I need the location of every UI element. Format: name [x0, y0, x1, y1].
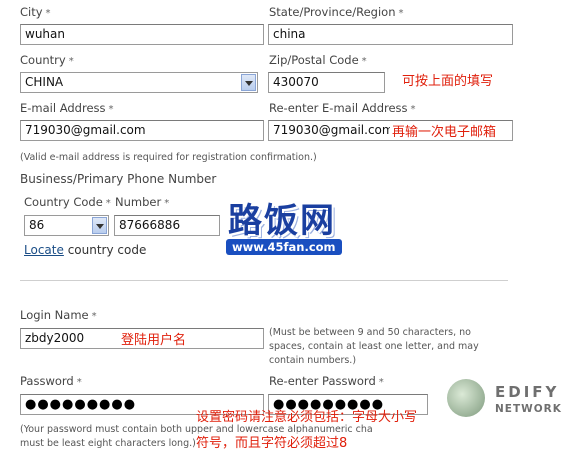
phone-section-heading: Business/Primary Phone Number — [20, 172, 217, 186]
country-label: Country * — [20, 53, 74, 67]
edify-globe-icon — [447, 379, 485, 417]
edify-network-watermark: EDIFY NETWORK — [447, 377, 584, 423]
watermark-logo: 路饭网 www.45fan.com — [224, 193, 364, 259]
password-label: Password * — [20, 374, 82, 388]
login-name-value: zbdy2000 — [25, 331, 85, 345]
chevron-down-icon[interactable] — [241, 74, 256, 91]
email-label: E-mail Address * — [20, 101, 114, 115]
watermark-logo-text: 路饭网 — [228, 201, 336, 241]
phone-number-input[interactable]: 87666886 — [114, 215, 220, 236]
watermark-url: www.45fan.com — [226, 239, 342, 255]
password-masked-value: ●●●●●●●●● — [25, 397, 137, 412]
password-annotation-line2: 符号，而且字符必须超过8 — [196, 432, 348, 451]
locate-suffix: country code — [67, 243, 147, 257]
locate-link[interactable]: Locate — [24, 243, 64, 257]
city-input[interactable]: wuhan — [20, 24, 264, 45]
reenter-password-label: Re-enter Password * — [269, 374, 384, 388]
reenter-email-label: Re-enter E-mail Address * — [269, 101, 416, 115]
country-code-value: 86 — [29, 218, 45, 232]
country-selected-value: CHINA — [25, 75, 64, 89]
zip-annotation: 可按上面的填写 — [402, 74, 494, 89]
state-input[interactable]: china — [268, 24, 513, 45]
country-code-label: Country Code * — [24, 195, 111, 209]
city-label: City * — [20, 5, 51, 19]
zip-input[interactable]: 430070 — [268, 72, 385, 93]
login-name-rules: (Must be between 9 and 50 characters, no… — [269, 327, 479, 366]
country-select[interactable]: CHINA — [20, 72, 258, 93]
country-code-select[interactable]: 86 — [24, 215, 109, 236]
login-name-annotation: 登陆用户名 — [121, 333, 187, 348]
chevron-down-icon[interactable] — [92, 217, 107, 234]
password-rules-line2: must be least eight characters long.) — [20, 438, 196, 449]
login-name-label: Login Name * — [20, 308, 97, 322]
locate-country-code: Locate country code — [24, 243, 146, 257]
email-input[interactable]: 719030@gmail.com — [20, 120, 264, 141]
reenter-email-annotation: 再输一次电子邮箱 — [390, 121, 499, 140]
state-label: State/Province/Region * — [269, 5, 404, 19]
zip-label: Zip/Postal Code * — [269, 53, 367, 67]
section-divider — [20, 280, 508, 281]
edify-top-text: EDIFY — [495, 383, 560, 401]
number-label: Number * — [115, 195, 170, 209]
email-validity-note: (Valid e-mail address is required for re… — [20, 152, 317, 163]
edify-bottom-text: NETWORK — [495, 403, 562, 415]
